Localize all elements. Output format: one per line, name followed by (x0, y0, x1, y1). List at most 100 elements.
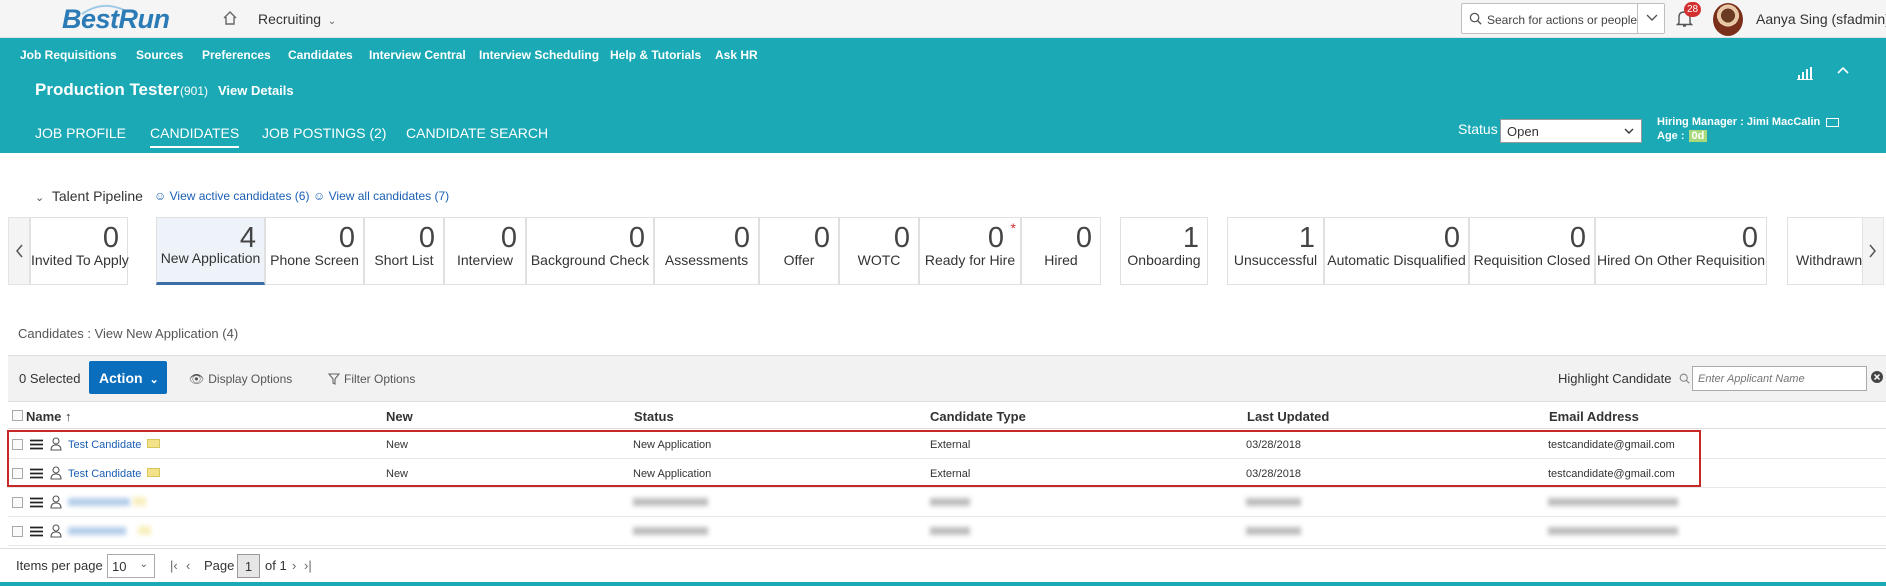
stage-unsuccessful[interactable]: 1 Unsuccessful (1227, 217, 1324, 285)
chevron-up-icon[interactable] (1836, 64, 1850, 81)
column-candidate-type[interactable]: Candidate Type (930, 409, 1026, 424)
first-page-icon[interactable]: |‹ (170, 558, 178, 573)
column-new[interactable]: New (386, 409, 413, 424)
column-last-updated[interactable]: Last Updated (1247, 409, 1329, 424)
stage-label: Background Check (530, 252, 650, 268)
table-row[interactable] (8, 517, 1886, 546)
stage-hired[interactable]: 0 Hired (1021, 217, 1101, 285)
stage-label: WOTC (857, 252, 901, 268)
hamburger-menu-icon[interactable] (30, 439, 43, 450)
module-label: Recruiting (258, 11, 322, 27)
table-row[interactable]: Test Candidate New New Application Exter… (8, 430, 1886, 459)
previous-page-icon[interactable]: ‹ (186, 558, 190, 573)
select-all-checkbox[interactable] (12, 410, 23, 421)
bar-chart-icon[interactable] (1797, 66, 1813, 83)
search-dropdown[interactable] (1637, 3, 1665, 34)
home-icon[interactable] (222, 10, 238, 29)
user-menu[interactable]: Aanya Sing (sfadmin) ⌄ (1756, 11, 1886, 27)
pipeline-scroll-left[interactable] (8, 217, 30, 285)
stage-background-check[interactable]: 0 Background Check (526, 217, 654, 285)
global-search[interactable]: Search for actions or people (1461, 3, 1665, 34)
items-per-page-select[interactable]: 10 ⌄ (107, 554, 155, 578)
tab-candidates[interactable]: CANDIDATES (150, 125, 240, 148)
contact-card-icon[interactable] (147, 468, 160, 477)
talent-pipeline-toggle[interactable]: ⌄ Talent Pipeline (35, 188, 143, 204)
contact-card-icon[interactable] (147, 439, 160, 448)
view-all-candidates-link[interactable]: ☺ View all candidates (7) (313, 189, 449, 203)
stage-label: Requisition Closed (1473, 252, 1591, 268)
hamburger-menu-icon[interactable] (30, 468, 43, 479)
table-row[interactable]: Test Candidate New New Application Exter… (8, 459, 1886, 488)
display-options-button[interactable]: 👁 Display Options (189, 372, 292, 386)
stage-count: 0 (893, 222, 910, 254)
redacted-email (1548, 527, 1678, 535)
last-page-icon[interactable]: ›| (304, 558, 312, 573)
highlight-candidate-input[interactable] (1693, 367, 1866, 390)
tab-candidate-search[interactable]: CANDIDATE SEARCH (406, 125, 548, 141)
stage-requisition-closed[interactable]: 0 Requisition Closed (1469, 217, 1595, 285)
avatar[interactable] (1713, 3, 1743, 36)
view-active-candidates-link[interactable]: ☺ View active candidates (6) (154, 189, 309, 203)
person-icon: ☺ (313, 189, 326, 203)
notification-badge: 28 (1684, 2, 1702, 17)
sort-arrow-up-icon: ↑ (65, 409, 72, 424)
action-button[interactable]: Action ⌄ (89, 361, 167, 394)
column-email-address[interactable]: Email Address (1549, 409, 1639, 424)
nav-sources[interactable]: Sources (136, 48, 183, 62)
stage-offer[interactable]: 0 Offer (759, 217, 839, 285)
nav-interview-scheduling[interactable]: Interview Scheduling (479, 48, 599, 62)
hamburger-menu-icon[interactable] (30, 526, 43, 537)
stage-automatic-disqualified[interactable]: 0 Automatic Disqualified (1324, 217, 1469, 285)
candidate-name-link[interactable]: Test Candidate (68, 439, 141, 451)
stage-onboarding[interactable]: 1 Onboarding (1120, 217, 1208, 285)
row-checkbox[interactable] (12, 468, 23, 479)
view-details-link[interactable]: View Details (218, 83, 294, 98)
tab-job-postings[interactable]: JOB POSTINGS (2) (262, 125, 386, 141)
stage-short-list[interactable]: 0 Short List (364, 217, 444, 285)
module-selector[interactable]: Recruiting ⌄ (258, 11, 336, 27)
row-checkbox[interactable] (12, 497, 23, 508)
stage-new-application[interactable]: 4 New Application (156, 217, 265, 285)
filter-icon (327, 373, 341, 385)
clear-icon[interactable] (1870, 370, 1884, 384)
tab-job-profile[interactable]: JOB PROFILE (35, 125, 126, 141)
cell-last-updated: 03/28/2018 (1246, 468, 1302, 480)
stage-phone-screen[interactable]: 0 Phone Screen (265, 217, 364, 285)
table-row[interactable] (8, 488, 1886, 517)
required-star-icon: * (1010, 220, 1016, 236)
action-label: Action (99, 369, 143, 386)
status-select[interactable]: Open (1500, 119, 1642, 143)
stage-count: 1 (1182, 222, 1199, 254)
candidate-name-link[interactable]: Test Candidate (68, 468, 141, 480)
nav-job-requisitions[interactable]: Job Requisitions (20, 48, 117, 62)
hamburger-menu-icon[interactable] (30, 497, 43, 508)
nav-preferences[interactable]: Preferences (202, 48, 271, 62)
column-name[interactable]: Name ↑ (26, 409, 72, 424)
nav-ask-hr[interactable]: Ask HR (715, 48, 758, 62)
next-page-icon[interactable]: › (292, 558, 296, 573)
stage-interview[interactable]: 0 Interview (444, 217, 526, 285)
stage-count: 0 (338, 222, 355, 254)
stage-count: 0 (1075, 222, 1092, 254)
stage-hired-on-other-requisition[interactable]: 0 Hired On Other Requisition (1595, 217, 1767, 285)
stage-assessments[interactable]: 0 Assessments (654, 217, 759, 285)
stage-withdrawn[interactable]: Withdrawn (1787, 217, 1863, 285)
pipeline-scroll-right[interactable] (1862, 217, 1884, 285)
nav-help-tutorials[interactable]: Help & Tutorials (610, 48, 701, 62)
page-number-input[interactable]: 1 (237, 554, 260, 578)
stage-count: 0 (628, 222, 645, 254)
row-checkbox[interactable] (12, 439, 23, 450)
nav-interview-central[interactable]: Interview Central (369, 48, 466, 62)
stage-wotc[interactable]: 0 WOTC (839, 217, 919, 285)
filter-options-button[interactable]: Filter Options (327, 372, 415, 386)
stage-ready-for-hire[interactable]: 0 * Ready for Hire (919, 217, 1021, 285)
nav-candidates[interactable]: Candidates (288, 48, 353, 62)
stage-label: Assessments (664, 252, 749, 268)
pagination-footer: Items per page 10 ⌄ |‹ ‹ Page 1 of 1 › ›… (0, 548, 1886, 582)
row-checkbox[interactable] (12, 526, 23, 537)
items-per-page-label: Items per page (16, 558, 103, 573)
company-logo[interactable]: BestRun (62, 4, 170, 35)
stage-invited-to-apply[interactable]: 0 Invited To Apply (30, 217, 129, 285)
column-status[interactable]: Status (634, 409, 674, 424)
contact-card-icon[interactable] (1826, 117, 1840, 127)
